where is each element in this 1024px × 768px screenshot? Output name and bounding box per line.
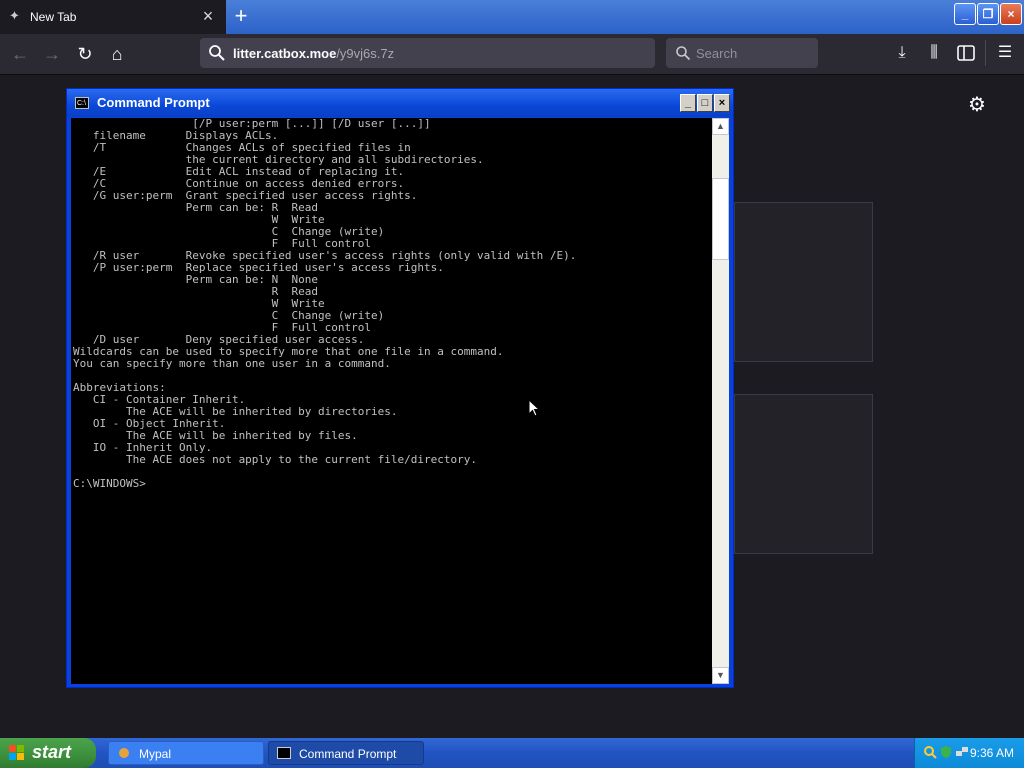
taskbar-item-label: Command Prompt [299, 747, 397, 761]
restore-button[interactable]: ❐ [977, 3, 999, 25]
console-area[interactable]: [/P user:perm [...]] [/D user [...]] fil… [71, 118, 729, 684]
url-bar[interactable]: litter.catbox.moe/y9vj6s.7z [200, 38, 655, 68]
search-placeholder: Search [696, 46, 738, 61]
search-box[interactable]: Search [666, 38, 818, 68]
top-site-tile[interactable] [734, 202, 873, 362]
taskbar: start Mypal Command Prompt 9:36 AM [0, 738, 1024, 768]
top-site-tile[interactable] [734, 394, 873, 554]
console-line: You can specify more than one user in a … [73, 357, 391, 370]
window-title-bar[interactable]: C:\ Command Prompt _ □ × [67, 89, 733, 117]
sidebar-icon[interactable] [955, 42, 977, 64]
close-window-button[interactable]: × [1000, 3, 1022, 25]
close-tab-icon[interactable]: × [198, 5, 218, 27]
taskbar-item-mypal[interactable]: Mypal [108, 741, 264, 765]
console-line: C:\WINDOWS> [73, 477, 146, 490]
tab-strip: ✦ New Tab × + _ ❐ × [0, 0, 1024, 34]
forward-arrow-icon[interactable]: → [40, 42, 64, 66]
browser-toolbar: ← → ↻ ⌂ litter.catbox.moe/y9vj6s.7z Sear… [0, 34, 1024, 75]
search-icon [676, 46, 691, 61]
window-controls: _ □ × [679, 93, 730, 112]
system-tray: 9:36 AM [914, 738, 1024, 768]
library-icon[interactable]: ⫼ [923, 42, 945, 64]
hamburger-menu-icon[interactable]: ☰ [994, 42, 1016, 64]
console-scrollbar[interactable]: ▲ ▼ [712, 118, 729, 684]
mypal-icon [119, 748, 129, 758]
start-label: start [32, 742, 72, 762]
windows-logo-icon [9, 745, 24, 760]
search-icon [209, 45, 225, 61]
console-icon [277, 747, 291, 759]
download-icon[interactable]: ⤓ [891, 42, 913, 64]
window-controls: _ ❐ × [953, 3, 1022, 29]
tab-title: New Tab [30, 10, 77, 24]
gear-icon[interactable]: ⚙ [966, 94, 988, 116]
console-icon: C:\ [75, 97, 89, 109]
tab-new-tab[interactable]: ✦ New Tab × [0, 0, 226, 34]
search-icon[interactable] [923, 745, 937, 759]
start-button[interactable]: start [0, 738, 96, 768]
minimize-button[interactable]: _ [954, 3, 976, 25]
clock[interactable]: 9:36 AM [970, 746, 1014, 760]
url-text: litter.catbox.moe/y9vj6s.7z [233, 46, 394, 61]
new-tab-button[interactable]: + [228, 4, 254, 30]
scroll-up-arrow[interactable]: ▲ [712, 118, 729, 135]
scroll-down-arrow[interactable]: ▼ [712, 667, 729, 684]
network-icon[interactable] [955, 745, 969, 759]
url-host: litter.catbox.moe [233, 46, 337, 61]
mouse-cursor-icon [528, 399, 540, 417]
security-shield-icon[interactable] [939, 745, 953, 759]
toolbar-separator [985, 40, 986, 66]
console-line: The ACE does not apply to the current fi… [73, 453, 477, 466]
back-arrow-icon[interactable]: ← [8, 42, 32, 66]
taskbar-item-command-prompt[interactable]: Command Prompt [268, 741, 424, 765]
minimize-button[interactable]: _ [680, 94, 696, 112]
command-prompt-window[interactable]: C:\ Command Prompt _ □ × [/P user:perm [..… [66, 88, 734, 688]
firefox-icon: ✦ [9, 8, 20, 23]
home-icon[interactable]: ⌂ [105, 42, 129, 66]
close-window-button[interactable]: × [714, 94, 730, 112]
reload-icon[interactable]: ↻ [73, 42, 97, 66]
window-title: Command Prompt [97, 95, 210, 110]
scroll-thumb[interactable] [712, 178, 729, 260]
console-output: [/P user:perm [...]] [/D user [...]] fil… [73, 118, 713, 684]
taskbar-item-label: Mypal [139, 747, 172, 761]
page-scrollbar[interactable] [1006, 75, 1024, 738]
maximize-button[interactable]: □ [697, 94, 713, 112]
url-path: /y9vj6s.7z [336, 46, 395, 61]
